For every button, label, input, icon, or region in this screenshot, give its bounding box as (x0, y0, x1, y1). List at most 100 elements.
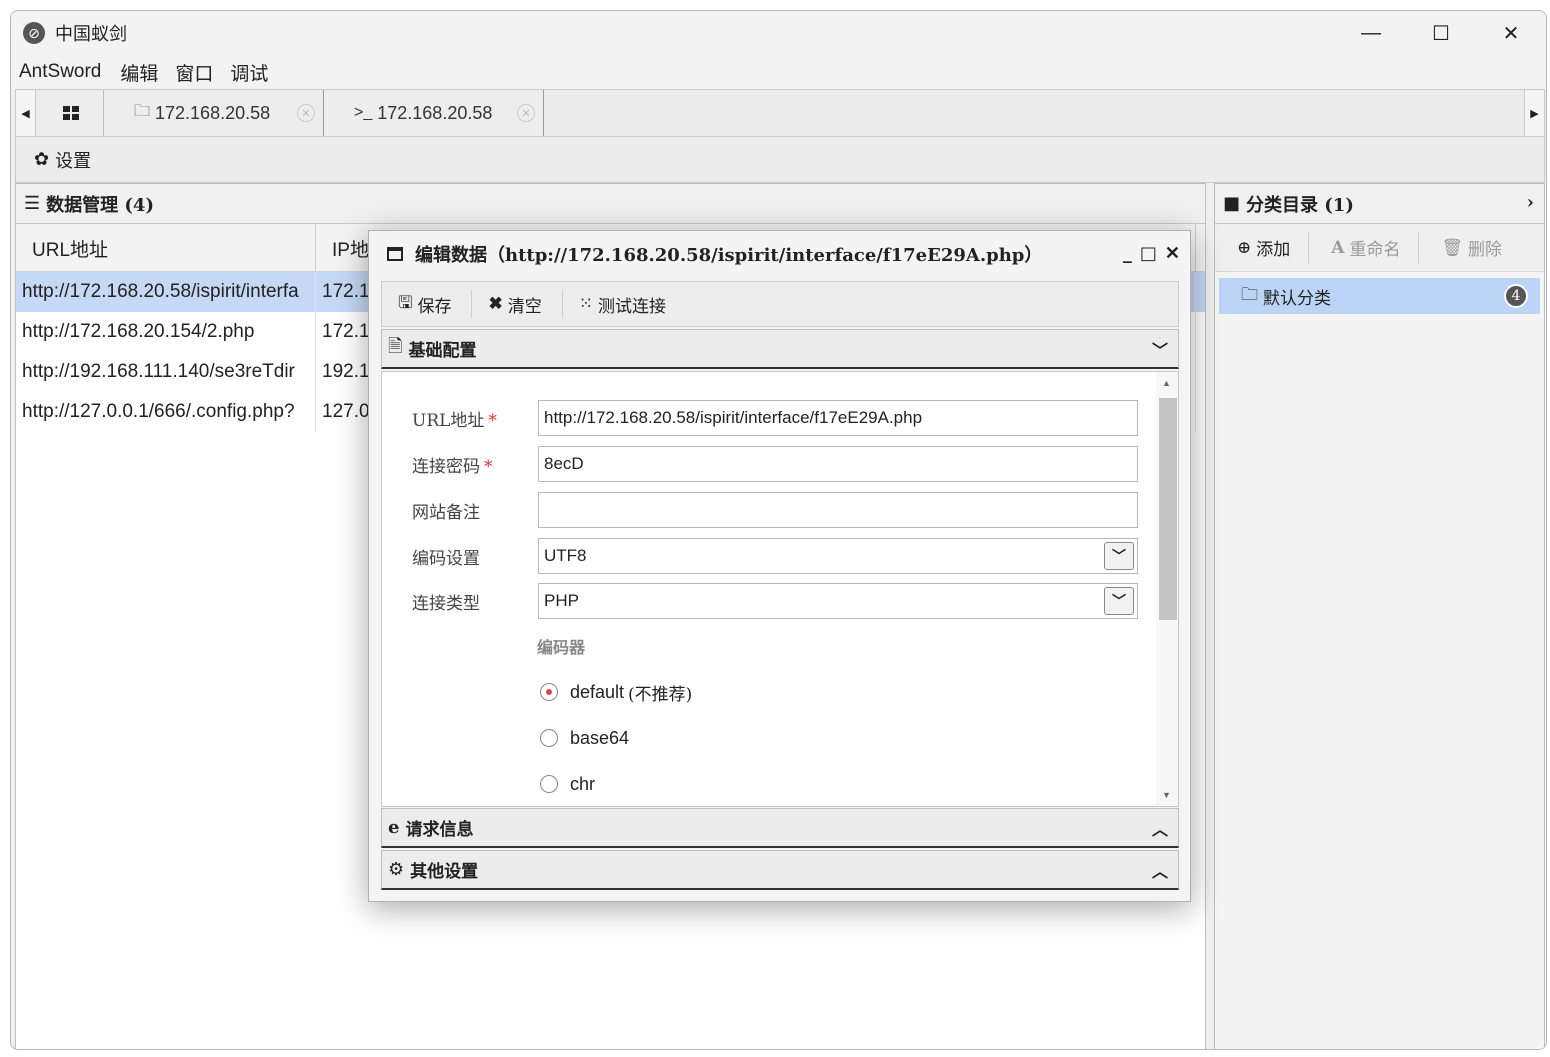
tab-label: 172.168.20.58 (377, 102, 493, 123)
type-value: PHP (544, 591, 579, 610)
grid-home-icon[interactable] (38, 90, 104, 136)
url-row: URL地址 * http://172.168.20.58/ispirit/inte… (382, 400, 1152, 436)
encoder-label: chr (570, 773, 596, 794)
encoder-title: 编码器 (537, 638, 586, 657)
scrollbar[interactable]: ▲ ▼ (1156, 372, 1178, 806)
folder-icon: 🗀 (134, 102, 151, 120)
file-text-icon: 🗎 (388, 335, 403, 357)
tab-label: 172.168.20.58 (155, 102, 271, 123)
menu-antsword[interactable]: AntSword (19, 61, 110, 83)
password-row: 连接密码 * 8ecD (382, 446, 1152, 482)
encoder-option-base64[interactable]: base64 (540, 726, 629, 750)
type-row: 连接类型 PHP ﹀ (382, 583, 1152, 619)
radio-icon[interactable] (540, 729, 558, 747)
cogs-icon: ⚙ (388, 859, 405, 880)
url-label: URL地址 * (412, 411, 497, 431)
section-request-title: 请求信息 (405, 820, 474, 840)
add-category-button[interactable]: ⊕ 添加 (1215, 232, 1310, 263)
section-other-settings[interactable]: ⚙ 其他设置 ︿ (381, 850, 1179, 890)
maximize-button[interactable]: ☐ (1406, 11, 1476, 55)
edit-data-dialog: 编辑数据（http://172.168.20.58/ispirit/interf… (368, 230, 1191, 902)
tab-file-manager[interactable]: 🗀 172.168.20.58 ✕ (104, 90, 324, 136)
dialog-minimize-icon[interactable]: _ (1123, 243, 1132, 264)
chevron-down-icon[interactable]: ﹀ (1104, 542, 1134, 570)
section-basic-config[interactable]: 🗎 基础配置 ﹀ (381, 329, 1179, 369)
encoder-option-default[interactable]: default (不推荐) (540, 680, 693, 705)
folder-icon: 🗀 (1241, 284, 1258, 305)
column-url[interactable]: URL地址 (16, 224, 316, 272)
row-url: http://172.168.20.58/ispirit/interfa (16, 272, 316, 312)
rename-label: 重命名 (1349, 240, 1401, 260)
close-button[interactable]: ✕ (1476, 11, 1546, 55)
scroll-down-icon[interactable]: ▼ (1162, 790, 1171, 800)
scroll-up-icon[interactable]: ▲ (1162, 378, 1171, 388)
category-item[interactable]: 🗀 默认分类 4 (1219, 278, 1540, 314)
tab-scroll-right-icon[interactable]: ▶ (1524, 90, 1544, 136)
note-field[interactable] (538, 492, 1138, 528)
data-manager-header: ☰ 数据管理 (4) (16, 184, 1205, 224)
dialog-close-icon[interactable]: ✕ (1165, 243, 1180, 264)
encoding-row: 编码设置 UTF8 ﹀ (382, 538, 1152, 574)
radio-checked-icon[interactable] (540, 683, 558, 701)
gear-icon: ✿ (34, 149, 50, 169)
chevron-right-icon[interactable]: › (1527, 192, 1534, 213)
category-name: 默认分类 (1263, 288, 1331, 309)
window-title: 中国蚁剑 (55, 24, 127, 44)
chevron-up-icon: ︿ (1151, 861, 1168, 881)
plus-circle-icon: ⊕ (1237, 237, 1252, 258)
menu-debug[interactable]: 调试 (230, 59, 277, 86)
minimize-button[interactable]: — (1336, 11, 1406, 55)
dialog-maximize-icon[interactable]: □ (1140, 243, 1157, 264)
clear-button[interactable]: ✖ 清空 (472, 290, 563, 318)
encoding-select[interactable]: UTF8 ﹀ (538, 538, 1138, 574)
title-bar: ⊘ 中国蚁剑 — ☐ ✕ (11, 11, 1546, 55)
clear-label: 清空 (507, 296, 542, 317)
tab-scroll-left-icon[interactable]: ◀ (16, 90, 36, 136)
url-field[interactable]: http://172.168.20.58/ispirit/interface/f… (538, 400, 1138, 436)
menu-bar: AntSword 编辑 窗口 调试 (11, 55, 1546, 89)
delete-category-button[interactable]: 🗑 删除 (1419, 233, 1520, 263)
window-icon (387, 247, 403, 261)
ie-icon: e (388, 817, 400, 838)
radio-icon[interactable] (540, 775, 558, 793)
menu-edit[interactable]: 编辑 (120, 59, 167, 86)
encoder-option-chr[interactable]: chr (540, 772, 595, 796)
note-row: 网站备注 (382, 492, 1152, 528)
list-icon: ☰ (24, 193, 41, 214)
terminal-icon: >_ (354, 104, 373, 121)
row-url: http://192.168.111.140/se3reTdir (16, 352, 316, 392)
section-basic-title: 基础配置 (408, 341, 477, 361)
encoding-label: 编码设置 (412, 549, 480, 569)
tab-terminal[interactable]: >_ 172.168.20.58 ✕ (324, 90, 544, 136)
settings-button[interactable]: 设置 (55, 147, 91, 173)
dialog-title-bar: 编辑数据（http://172.168.20.58/ispirit/interf… (369, 231, 1190, 277)
chevron-up-icon: ︿ (1151, 819, 1168, 839)
section-other-title: 其他设置 (410, 862, 479, 882)
category-header: ■ 分类目录 (1) › (1215, 184, 1544, 224)
section-request-info[interactable]: e 请求信息 ︿ (381, 808, 1179, 848)
tab-bar: ◀ 🗀 172.168.20.58 ✕ >_ 172.168.20.58 ✕ ▶ (15, 89, 1545, 137)
password-field[interactable]: 8ecD (538, 446, 1138, 482)
encoder-note: (不推荐) (628, 684, 693, 705)
dialog-toolbar: 🖫 保存 ✖ 清空 ⁙ 测试连接 (381, 281, 1179, 327)
row-url: http://127.0.0.1/666/.config.php? (16, 392, 316, 432)
font-icon: A (1331, 237, 1345, 258)
floppy-icon: 🖫 (398, 292, 413, 313)
chevron-down-icon[interactable]: ﹀ (1104, 587, 1134, 615)
type-select[interactable]: PHP ﹀ (538, 583, 1138, 619)
scroll-thumb[interactable] (1159, 398, 1177, 620)
trash-icon: 🗑 (1441, 237, 1464, 258)
chevron-down-icon: ﹀ (1151, 340, 1168, 360)
x-icon: ✖ (488, 294, 503, 314)
menu-window[interactable]: 窗口 (175, 59, 222, 86)
save-button[interactable]: 🖫 保存 (382, 290, 473, 318)
close-icon[interactable]: ✕ (517, 104, 535, 122)
spinner-icon: ⁙ (578, 294, 593, 314)
delete-label: 删除 (1468, 240, 1503, 260)
test-connection-button[interactable]: ⁙ 测试连接 (563, 290, 686, 318)
close-icon[interactable]: ✕ (297, 104, 315, 122)
encoder-label: base64 (570, 727, 630, 748)
rename-category-button[interactable]: A 重命名 (1309, 232, 1420, 263)
count-badge: 4 (1504, 284, 1528, 308)
type-label: 连接类型 (412, 594, 480, 614)
